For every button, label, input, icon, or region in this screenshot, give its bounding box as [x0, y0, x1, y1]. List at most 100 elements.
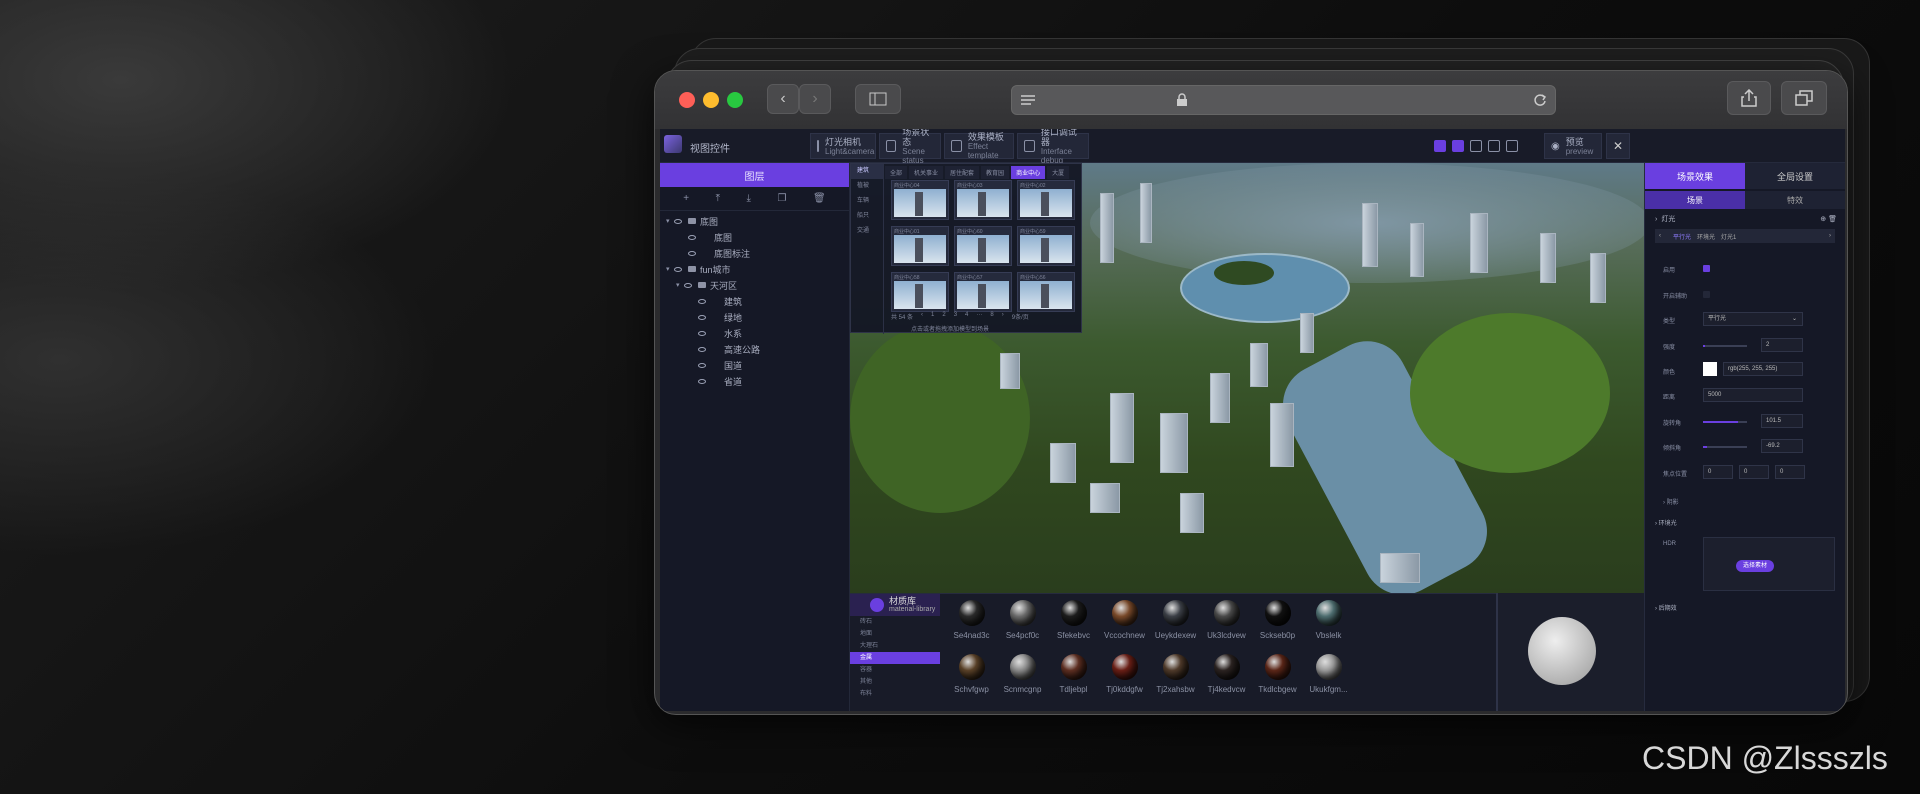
rotation-input[interactable]: 101.5 — [1761, 414, 1803, 428]
eye-icon[interactable] — [698, 362, 706, 368]
tree-row[interactable]: 高速公路 — [660, 341, 849, 357]
tree-row[interactable]: 省道 — [660, 373, 849, 389]
intensity-input[interactable]: 2 — [1761, 338, 1803, 352]
model-card[interactable]: 商业中心58 — [891, 272, 949, 312]
pager-page[interactable]: 4 — [965, 312, 968, 321]
tree-row[interactable]: 底图标注 — [660, 245, 849, 261]
color-swatch[interactable] — [1703, 362, 1717, 376]
chevron-left-icon[interactable]: ‹ — [1659, 233, 1661, 239]
add-icon[interactable]: + — [683, 193, 689, 204]
scene-viewport[interactable]: 建筑 植被 车辆 船只 交通 全部 机关事业 居住配套 教育园 商业中心 大厦 … — [850, 163, 1644, 593]
next-page-icon[interactable]: › — [1002, 312, 1004, 321]
material-item[interactable]: Scnmcgnp — [997, 654, 1048, 694]
pager-page[interactable]: 3 — [954, 312, 957, 321]
model-category[interactable]: 植被 — [851, 179, 883, 194]
prev-page-icon[interactable]: ‹ — [921, 312, 923, 321]
model-category[interactable]: 建筑 — [851, 164, 883, 179]
eye-icon[interactable] — [698, 330, 706, 336]
material-category[interactable]: 其他 — [850, 676, 940, 688]
address-bar[interactable] — [1011, 85, 1556, 115]
pager-ellipsis[interactable]: ··· — [976, 312, 982, 321]
material-item[interactable]: Ueykdexew — [1150, 600, 1201, 640]
module-light-camera[interactable]: 灯光相机 Light&camera — [810, 133, 876, 159]
collapse-icon[interactable]: ▾ — [666, 217, 674, 225]
sidebar-icon[interactable] — [855, 84, 901, 114]
material-item[interactable]: Tj2xahsbw — [1150, 654, 1201, 694]
model-category[interactable]: 船只 — [851, 209, 883, 224]
focus-y-input[interactable]: 0 — [1739, 465, 1769, 479]
module-effect-template[interactable]: 效果模板 Effect template — [944, 132, 1014, 160]
material-item[interactable]: Sckseb0p — [1252, 600, 1303, 640]
model-card[interactable]: 商业中心57 — [954, 272, 1012, 312]
eye-icon[interactable] — [688, 234, 696, 240]
select-material-button[interactable]: 选择素材 — [1736, 560, 1774, 572]
model-tab[interactable]: 机关事业 — [909, 166, 944, 179]
subtab-scene[interactable]: 场景 — [1645, 191, 1745, 209]
tab-global-settings[interactable]: 全局设置 — [1745, 163, 1845, 189]
model-tab[interactable]: 大厦 — [1047, 166, 1070, 179]
eye-icon[interactable] — [674, 266, 682, 272]
material-item[interactable]: Vccochnew — [1099, 600, 1150, 640]
model-category[interactable]: 交通 — [851, 224, 883, 239]
light-tab[interactable]: 灯光1 — [1721, 232, 1736, 241]
pager-page[interactable]: 2 — [942, 312, 945, 321]
tree-row[interactable]: 水系 — [660, 325, 849, 341]
share-icon[interactable] — [1727, 81, 1771, 115]
color-input[interactable]: rgb(255, 255, 255) — [1723, 362, 1803, 376]
model-category[interactable]: 车辆 — [851, 194, 883, 209]
eye-hidden-icon[interactable] — [698, 314, 706, 320]
image-icon[interactable] — [1488, 140, 1500, 152]
rotation-slider[interactable] — [1703, 421, 1747, 423]
assist-checkbox[interactable] — [1703, 291, 1710, 298]
model-card[interactable]: 商业中心02 — [1017, 180, 1075, 220]
model-tab[interactable]: 教育园 — [981, 166, 1010, 179]
layout-right-icon[interactable] — [1452, 140, 1464, 152]
forward-icon[interactable]: › — [799, 84, 831, 114]
light-tab[interactable]: 平行光 — [1673, 232, 1691, 241]
material-item[interactable]: Tkdlcbgew — [1252, 654, 1303, 694]
intensity-slider[interactable] — [1703, 345, 1747, 347]
collapse-icon[interactable]: ▾ — [666, 265, 674, 273]
reader-icon[interactable] — [1020, 94, 1036, 106]
close-light[interactable] — [679, 92, 695, 108]
material-category[interactable]: 布料 — [850, 688, 940, 700]
module-interface-debug[interactable]: 接口调试器 Interface debug — [1017, 129, 1089, 165]
focus-x-input[interactable]: 0 — [1703, 465, 1733, 479]
tree-row[interactable]: 建筑 — [660, 293, 849, 309]
material-category[interactable]: 大理石 — [850, 640, 940, 652]
material-category[interactable]: 地面 — [850, 628, 940, 640]
tree-row[interactable]: ▾ 天河区 — [660, 277, 849, 293]
material-item[interactable]: Vbslelk — [1303, 600, 1354, 640]
export-icon[interactable] — [1506, 140, 1518, 152]
pager-page[interactable]: 8 — [990, 312, 993, 321]
minimize-light[interactable] — [703, 92, 719, 108]
material-item[interactable]: Tdljebpl — [1048, 654, 1099, 694]
type-select[interactable]: 平行光 ⌄ — [1703, 312, 1803, 326]
model-tab[interactable]: 居住配套 — [945, 166, 980, 179]
model-card[interactable]: 商业中心04 — [891, 180, 949, 220]
down-icon[interactable]: ⤓ — [747, 193, 751, 204]
material-category[interactable]: 砖石 — [850, 616, 940, 628]
preview-button[interactable]: ◉ 预览 preview — [1544, 133, 1602, 159]
module-scene-status[interactable]: 场景状态 Scene status — [879, 129, 941, 165]
material-item[interactable]: Tj0kddgfw — [1099, 654, 1150, 694]
material-item[interactable]: Schvfgwp — [946, 654, 997, 694]
material-item[interactable]: Ukukfgm... — [1303, 654, 1354, 694]
collapse-icon[interactable]: ▾ — [676, 281, 684, 289]
back-icon[interactable]: ‹ — [767, 84, 799, 114]
model-card[interactable]: 商业中心59 — [1017, 226, 1075, 266]
tabs-icon[interactable] — [1781, 81, 1827, 115]
chevron-right-icon[interactable]: › — [1829, 233, 1831, 239]
tilt-input[interactable]: -69.2 — [1761, 439, 1803, 453]
material-category[interactable]: 容器 — [850, 664, 940, 676]
tree-row[interactable]: ▾ 底图 — [660, 213, 849, 229]
eye-icon[interactable] — [684, 282, 692, 288]
eye-hidden-icon[interactable] — [688, 250, 696, 256]
reload-icon[interactable] — [1533, 93, 1547, 107]
pager-size-select[interactable]: 9条/页 — [1012, 312, 1029, 321]
copy-icon[interactable]: ❐ — [777, 193, 786, 204]
eye-icon[interactable] — [698, 298, 706, 304]
delete-icon[interactable]: 🗑 — [813, 193, 826, 204]
layout-left-icon[interactable] — [1434, 140, 1446, 152]
focus-z-input[interactable]: 0 — [1775, 465, 1805, 479]
